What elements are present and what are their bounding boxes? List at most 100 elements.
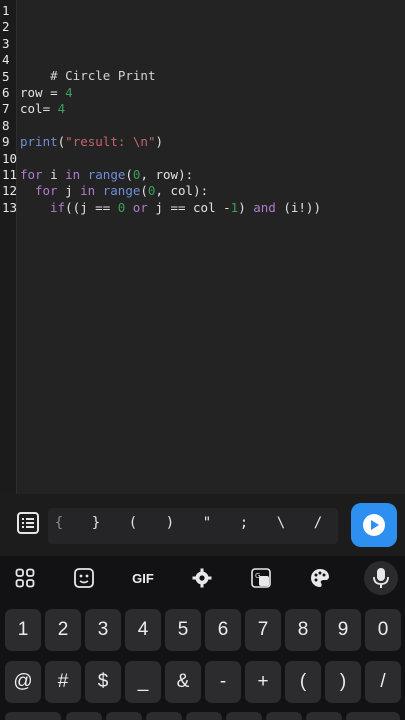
line-number: 13 xyxy=(2,200,18,215)
keyword-token: or xyxy=(125,200,156,215)
function-token: range xyxy=(102,183,141,198)
run-button[interactable] xyxy=(351,503,397,547)
key-8[interactable]: 8 xyxy=(285,609,321,651)
code-text: j xyxy=(57,183,81,198)
key-dollar[interactable]: $ xyxy=(85,661,121,703)
key-partial[interactable] xyxy=(66,712,102,720)
palette-icon[interactable] xyxy=(305,565,335,591)
line-number: 7 xyxy=(2,101,10,116)
key-partial[interactable] xyxy=(146,712,182,720)
paren-token: ) xyxy=(155,134,164,149)
code-text: ( xyxy=(125,167,133,182)
code-line-if[interactable]: if((j == 0 or j == col -1) and (i!)) xyxy=(50,200,321,216)
svg-text:G: G xyxy=(255,572,260,580)
function-token: range xyxy=(87,167,126,182)
keyword-token: for xyxy=(35,183,58,198)
key-hash[interactable]: # xyxy=(45,661,81,703)
code-line-for-j[interactable]: for j in range(0, col): xyxy=(35,183,208,199)
key-close-paren[interactable]: ) xyxy=(325,661,361,703)
key-2[interactable]: 2 xyxy=(45,609,81,651)
key-partial[interactable] xyxy=(5,712,61,720)
code-text: j == col - xyxy=(155,200,231,215)
key-9[interactable]: 9 xyxy=(325,609,361,651)
code-line-row-assign[interactable]: row = 4 xyxy=(20,85,73,101)
key-at[interactable]: @ xyxy=(5,661,41,703)
comment-token: # Circle Print xyxy=(50,68,156,83)
symbol-key-quote[interactable]: " xyxy=(197,515,217,531)
code-text: , col): xyxy=(155,183,209,198)
operator-token: = xyxy=(42,85,66,100)
symbol-key-semicolon[interactable]: ; xyxy=(234,515,254,531)
code-text: (i!)) xyxy=(275,200,321,215)
sticker-icon[interactable] xyxy=(69,565,99,591)
code-text: ((j == xyxy=(65,200,118,215)
keyword-token: for xyxy=(20,167,43,182)
number-token: 4 xyxy=(57,101,66,116)
keyword-token: in xyxy=(80,183,96,198)
play-icon xyxy=(363,514,385,536)
gif-button[interactable]: GIF xyxy=(128,565,158,591)
line-number: 5 xyxy=(2,69,10,84)
key-4[interactable]: 4 xyxy=(125,609,161,651)
code-text: , row): xyxy=(140,167,194,182)
settings-gear-icon[interactable] xyxy=(187,565,217,591)
line-number: 12 xyxy=(2,183,18,198)
number-token: 4 xyxy=(65,85,73,100)
code-text: i xyxy=(42,167,66,182)
line-number: 4 xyxy=(2,52,10,67)
line-number: 1 xyxy=(2,3,10,18)
variable-token: row xyxy=(20,85,43,100)
key-3[interactable]: 3 xyxy=(85,609,121,651)
symbol-key-open-paren[interactable]: ( xyxy=(123,515,143,531)
keyword-token: if xyxy=(50,200,66,215)
key-7[interactable]: 7 xyxy=(245,609,281,651)
line-number: 10 xyxy=(2,151,18,166)
key-0[interactable]: 0 xyxy=(365,609,401,651)
code-text: ) xyxy=(238,200,254,215)
key-1[interactable]: 1 xyxy=(5,609,41,651)
code-line-for-i[interactable]: for i in range(0, row): xyxy=(20,167,193,183)
key-slash[interactable]: / xyxy=(365,661,401,703)
code-line-print[interactable]: print("result: \n") xyxy=(20,134,163,150)
symbol-key-close-brace[interactable]: } xyxy=(86,515,106,531)
line-number: 11 xyxy=(2,167,18,182)
key-underscore[interactable]: _ xyxy=(125,661,161,703)
key-partial[interactable] xyxy=(346,712,400,720)
keyword-token: and xyxy=(253,200,276,215)
line-number: 9 xyxy=(2,134,10,149)
string-token: "result: \n" xyxy=(65,134,156,149)
variable-token: col xyxy=(20,101,43,116)
line-number: 6 xyxy=(2,85,10,100)
symbol-key-slash[interactable]: / xyxy=(308,515,328,531)
line-number: 2 xyxy=(2,19,10,34)
key-open-paren[interactable]: ( xyxy=(285,661,321,703)
list-icon[interactable] xyxy=(16,511,40,535)
line-number: 8 xyxy=(2,118,10,133)
key-partial[interactable] xyxy=(106,712,142,720)
key-minus[interactable]: - xyxy=(205,661,241,703)
line-number-gutter: 1 2 3 4 5 6 7 8 9 10 11 12 13 xyxy=(0,0,17,494)
code-editor[interactable]: 1 2 3 4 5 6 7 8 9 10 11 12 13 # Circle P… xyxy=(0,0,405,494)
key-ampersand[interactable]: & xyxy=(165,661,201,703)
symbol-key-close-paren[interactable]: ) xyxy=(160,515,180,531)
key-plus[interactable]: + xyxy=(245,661,281,703)
key-partial[interactable] xyxy=(226,712,262,720)
symbol-key-open-brace[interactable]: { xyxy=(49,515,69,531)
code-text: ( xyxy=(140,183,148,198)
keyword-token: in xyxy=(65,167,81,182)
key-partial[interactable] xyxy=(186,712,222,720)
translate-icon[interactable]: G xyxy=(246,565,276,591)
apps-grid-icon[interactable] xyxy=(10,565,40,591)
key-6[interactable]: 6 xyxy=(205,609,241,651)
symbol-key-backslash[interactable]: \ xyxy=(271,515,291,531)
line-number: 3 xyxy=(2,36,10,51)
key-5[interactable]: 5 xyxy=(165,609,201,651)
key-partial[interactable] xyxy=(306,712,342,720)
function-token: print xyxy=(20,134,58,149)
code-line-col-assign[interactable]: col= 4 xyxy=(20,101,65,117)
key-partial[interactable] xyxy=(266,712,302,720)
operator-token: = xyxy=(42,101,58,116)
mic-icon[interactable] xyxy=(366,565,396,591)
